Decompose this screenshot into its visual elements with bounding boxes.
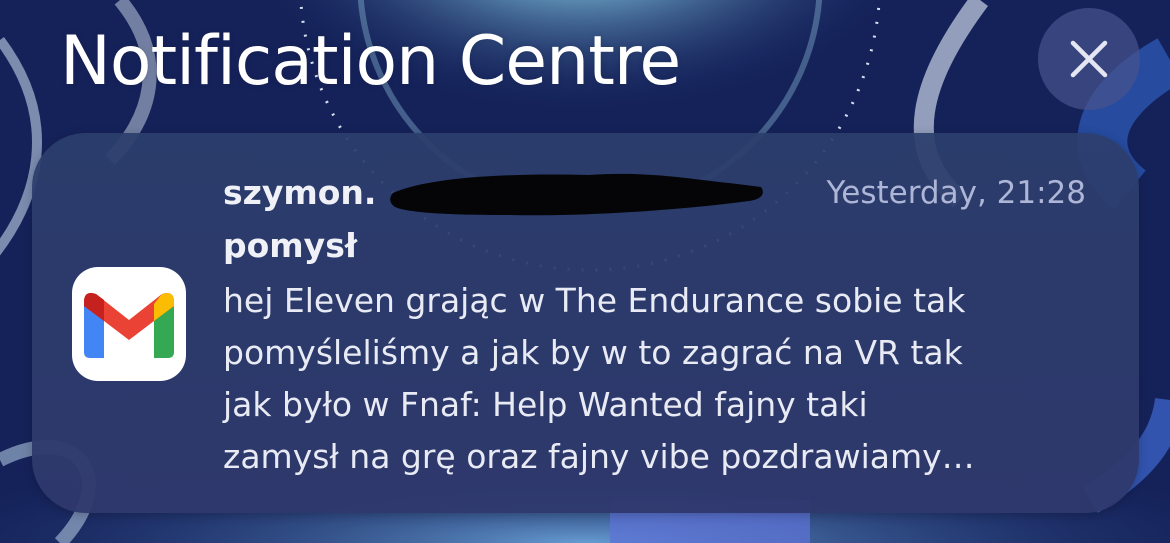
gmail-icon [72,267,186,381]
close-icon [1070,40,1108,78]
notification-card[interactable]: szymon. Yesterday, 21:28 pomysł hej Elev… [32,133,1139,513]
notification-timestamp: Yesterday, 21:28 [826,175,1086,211]
email-preview-line: pomyśleliśmy a jak by w to zagrać na VR … [223,333,963,372]
email-preview-line: hej Eleven grając w The Endurance sobie … [223,281,966,320]
notification-centre-title: Notification Centre [60,22,681,101]
redaction-mark [390,173,763,216]
sender-name: szymon. [223,173,377,212]
email-subject: pomysł [223,226,358,265]
email-preview: hej Eleven grając w The Endurance sobie … [223,275,1103,483]
close-button[interactable] [1038,8,1140,110]
email-preview-line: jak było w Fnaf: Help Wanted fajny taki [223,385,868,424]
lock-screen: Notification Centre szymon. Yesterday, 2… [0,0,1170,543]
email-preview-line: zamysł na grę oraz fajny vibe pozdrawiam… [223,437,975,476]
